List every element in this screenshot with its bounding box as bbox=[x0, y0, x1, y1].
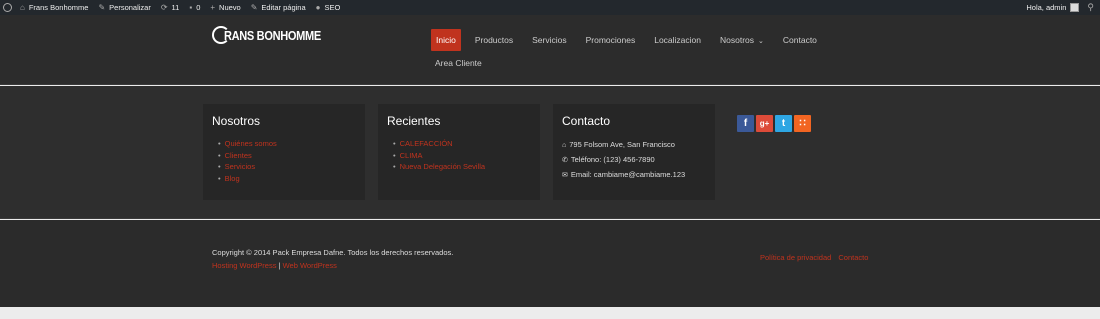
seo-label: SEO bbox=[324, 3, 341, 12]
new-content-link[interactable]: + Nuevo bbox=[210, 3, 240, 12]
customize-link[interactable]: ✎ Personalizar bbox=[98, 3, 150, 12]
twitter-icon[interactable]: t bbox=[775, 115, 792, 132]
phone-icon: ✆ bbox=[562, 157, 568, 164]
updates-link[interactable]: ⟳ 11 bbox=[161, 3, 180, 12]
social-icons: f g+ t ∷ bbox=[737, 115, 813, 132]
plus-icon: + bbox=[210, 3, 216, 12]
site-name-label: Frans Bonhomme bbox=[28, 3, 89, 12]
updates-icon: ⟳ bbox=[160, 3, 168, 12]
comment-icon: ▪ bbox=[189, 3, 193, 12]
list-item[interactable]: Clientes bbox=[218, 150, 356, 162]
dashboard-icon: ⌂ bbox=[20, 3, 25, 12]
widget-title: Recientes bbox=[387, 114, 441, 128]
edit-page-link[interactable]: ✎ Editar página bbox=[251, 3, 306, 12]
widget-list: CALEFACCIÓN CLIMA Nueva Delegación Sevil… bbox=[387, 138, 531, 173]
nav-item-nosotros-label: Nosotros bbox=[720, 35, 755, 45]
hosting-link[interactable]: Hosting WordPress bbox=[212, 261, 276, 270]
widget-list: Quiénes somos Clientes Servicios Blog bbox=[212, 138, 356, 184]
main-nav: Inicio Productos Servicios Promociones L… bbox=[431, 29, 831, 51]
nav-item-nosotros[interactable]: Nosotros ⌄ bbox=[715, 29, 769, 51]
chevron-down-icon: ⌄ bbox=[758, 38, 764, 45]
contact-phone: ✆ Teléfono: (123) 456-7890 bbox=[562, 153, 706, 168]
logo-text: RANS BONHOMME bbox=[224, 27, 321, 43]
comments-count: 0 bbox=[196, 3, 201, 12]
phone-text: Teléfono: (123) 456-7890 bbox=[570, 155, 655, 164]
nav-item-contacto[interactable]: Contacto bbox=[778, 29, 822, 51]
pencil-icon: ✎ bbox=[250, 3, 258, 12]
admin-bar: ⌂ Frans Bonhomme ✎ Personalizar ⟳ 11 ▪ 0… bbox=[0, 0, 1100, 15]
footer-credits: Hosting WordPress | Web WordPress bbox=[212, 259, 453, 272]
widget-title: Nosotros bbox=[212, 114, 261, 128]
credits-separator: | bbox=[278, 261, 281, 270]
list-item[interactable]: CLIMA bbox=[393, 150, 531, 162]
widget-recientes: Recientes CALEFACCIÓN CLIMA Nueva Delega… bbox=[378, 104, 540, 200]
home-icon: ⌂ bbox=[562, 142, 567, 149]
greeting-link[interactable]: Hola, admin bbox=[1026, 3, 1066, 12]
copyright: Copyright © 2014 Pack Empresa Dafne. Tod… bbox=[212, 246, 453, 272]
avatar[interactable] bbox=[1070, 3, 1080, 12]
envelope-icon: ✉ bbox=[562, 172, 568, 179]
footer-links: Política de privacidad Contacto bbox=[760, 253, 873, 262]
site-logo[interactable]: RANS BONHOMME bbox=[212, 26, 338, 44]
new-label: Nuevo bbox=[219, 3, 241, 12]
list-item[interactable]: Quiénes somos bbox=[218, 138, 356, 150]
page-bottom-strip bbox=[0, 307, 1100, 319]
search-icon[interactable]: ⚲ bbox=[1087, 2, 1094, 13]
web-link[interactable]: Web WordPress bbox=[283, 261, 337, 270]
nav-item-promociones[interactable]: Promociones bbox=[581, 29, 641, 51]
seo-dot-icon: ● bbox=[315, 3, 321, 12]
updates-count: 11 bbox=[171, 3, 180, 12]
nav-item-inicio[interactable]: Inicio bbox=[431, 29, 461, 51]
contact-address: ⌂ 795 Folsom Ave, San Francisco bbox=[562, 138, 706, 153]
customize-label: Personalizar bbox=[109, 3, 151, 12]
facebook-icon[interactable]: f bbox=[737, 115, 754, 132]
google-plus-icon[interactable]: g+ bbox=[756, 115, 773, 132]
nav-item-localizacion[interactable]: Localizacion bbox=[649, 29, 706, 51]
widget-title: Contacto bbox=[562, 114, 611, 128]
wordpress-logo-icon[interactable] bbox=[3, 3, 12, 12]
footer-widgets: Nosotros Quiénes somos Clientes Servicio… bbox=[0, 86, 1100, 219]
site-name-link[interactable]: ⌂ Frans Bonhomme bbox=[20, 3, 88, 12]
address-text: 795 Folsom Ave, San Francisco bbox=[569, 140, 675, 149]
widget-nosotros: Nosotros Quiénes somos Clientes Servicio… bbox=[203, 104, 365, 200]
contact-email: ✉ Email: cambiame@cambiame.123 bbox=[562, 168, 706, 183]
site-header: RANS BONHOMME Inicio Productos Servicios… bbox=[0, 15, 1100, 85]
list-item[interactable]: Blog bbox=[218, 173, 356, 185]
privacy-link[interactable]: Política de privacidad bbox=[760, 253, 831, 262]
contact-link[interactable]: Contacto bbox=[838, 253, 868, 262]
nav-item-area-cliente[interactable]: Area Cliente bbox=[435, 58, 482, 68]
seo-link[interactable]: ● SEO bbox=[316, 3, 341, 12]
nav-item-servicios[interactable]: Servicios bbox=[527, 29, 571, 51]
list-item[interactable]: Nueva Delegación Sevilla bbox=[393, 161, 531, 173]
brush-icon: ✎ bbox=[98, 3, 106, 12]
widget-contacto: Contacto ⌂ 795 Folsom Ave, San Francisco … bbox=[553, 104, 715, 200]
rss-icon[interactable]: ∷ bbox=[794, 115, 811, 132]
email-text: Email: cambiame@cambiame.123 bbox=[570, 170, 686, 179]
copyright-text: Copyright © 2014 Pack Empresa Dafne. Tod… bbox=[212, 248, 454, 257]
edit-page-label: Editar página bbox=[261, 3, 306, 12]
list-item[interactable]: CALEFACCIÓN bbox=[393, 138, 531, 150]
list-item[interactable]: Servicios bbox=[218, 161, 356, 173]
comments-link[interactable]: ▪ 0 bbox=[189, 3, 200, 12]
nav-item-productos[interactable]: Productos bbox=[470, 29, 518, 51]
bottom-footer: Copyright © 2014 Pack Empresa Dafne. Tod… bbox=[0, 220, 1100, 307]
